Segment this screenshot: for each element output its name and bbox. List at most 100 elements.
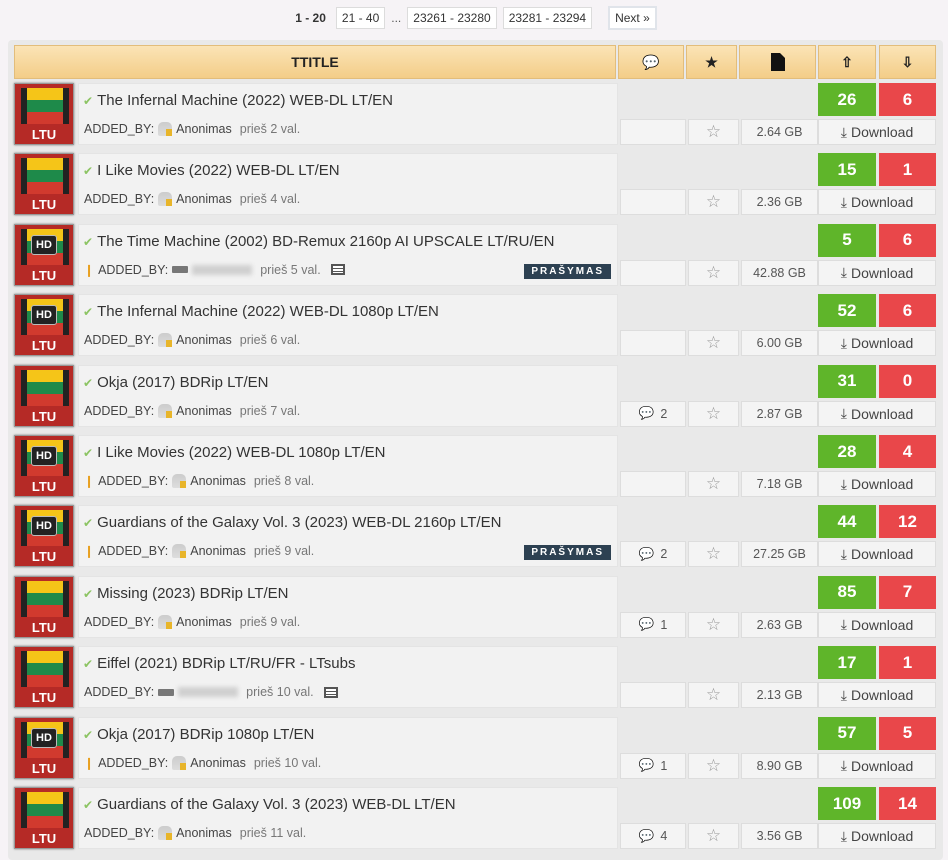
torrent-title-link[interactable]: ✔ Missing (2023) BDRip LT/EN (83, 585, 289, 602)
category-icon[interactable]: HD LTU (14, 435, 74, 497)
torrent-title-link[interactable]: ✔ The Infernal Machine (2022) WEB-DL LT/E… (83, 92, 393, 109)
torrent-title[interactable]: I Like Movies (2022) WEB-DL LT/EN (97, 162, 340, 179)
torrent-title-link[interactable]: ✔ The Infernal Machine (2022) WEB-DL 1080… (83, 303, 439, 320)
comments-count[interactable] (620, 471, 686, 497)
nfo-icon[interactable] (323, 686, 338, 698)
download-button[interactable]: ⤓ Download (818, 823, 936, 849)
cloud-upload-icon[interactable]: ⇧ (818, 45, 876, 79)
download-button[interactable]: ⤓ Download (818, 611, 936, 638)
uploader-name[interactable]: Anonimas (176, 192, 232, 206)
category-icon[interactable]: LTU (14, 83, 74, 145)
torrent-title[interactable]: The Infernal Machine (2022) WEB-DL LT/EN (97, 92, 393, 109)
torrent-meta: ❙ ADDED_BY: Anonimas prieš 9 val. (84, 544, 314, 559)
download-label: Download (850, 335, 914, 352)
category-icon[interactable]: HD LTU (14, 716, 74, 779)
favorite-star-icon[interactable]: ☆ (688, 471, 739, 497)
uploader-name[interactable]: Anonimas (176, 826, 232, 840)
comments-count[interactable] (620, 119, 686, 145)
favorite-star-icon[interactable]: ☆ (688, 400, 739, 427)
comments-count[interactable]: 💬 2 (620, 541, 686, 568)
category-icon[interactable]: LTU (14, 575, 74, 638)
torrent-title[interactable]: Eiffel (2021) BDRip LT/RU/FR - LTsubs (97, 655, 355, 672)
download-button[interactable]: ⤓ Download (818, 541, 936, 568)
torrent-title-link[interactable]: ✔ I Like Movies (2022) WEB-DL LT/EN (83, 162, 340, 179)
nfo-icon[interactable] (330, 264, 345, 276)
category-icon[interactable]: LTU (14, 364, 74, 427)
torrent-title-link[interactable]: ✔ Guardians of the Galaxy Vol. 3 (2023) W… (83, 514, 501, 531)
download-button[interactable]: ⤓ Download (818, 119, 936, 145)
category-icon[interactable]: LTU (14, 787, 74, 849)
comments-count[interactable]: 💬 1 (620, 752, 686, 779)
download-button[interactable]: ⤓ Download (818, 189, 936, 216)
uploader-name[interactable]: Anonimas (176, 615, 232, 629)
next-page-button[interactable]: Next » (608, 6, 657, 30)
download-button[interactable]: ⤓ Download (818, 752, 936, 779)
torrent-title[interactable]: The Infernal Machine (2022) WEB-DL 1080p… (97, 303, 439, 320)
favorite-star-icon[interactable]: ☆ (688, 611, 739, 638)
download-icon: ⤓ (840, 545, 847, 562)
torrent-title[interactable]: I Like Movies (2022) WEB-DL 1080p LT/EN (97, 444, 385, 461)
uploader-name[interactable]: Anonimas (190, 544, 246, 558)
category-icon[interactable]: HD LTU (14, 505, 74, 568)
page-link[interactable]: 21 - 40 (335, 7, 386, 29)
torrent-title[interactable]: Okja (2017) BDRip LT/EN (97, 374, 268, 391)
favorite-star-icon[interactable]: ☆ (688, 682, 739, 709)
comments-count[interactable]: 💬 4 (620, 823, 686, 849)
torrent-size: 2.63 GB (741, 611, 818, 638)
comments-count[interactable] (620, 682, 686, 709)
uploader-name[interactable]: Anonimas (176, 404, 232, 418)
favorite-star-icon[interactable]: ☆ (688, 259, 739, 286)
uploader-name[interactable]: Anonimas (190, 756, 246, 770)
category-icon[interactable]: HD LTU (14, 223, 74, 286)
uploader-name[interactable]: Anonimas (176, 333, 232, 347)
torrent-title-link[interactable]: ✔ Okja (2017) BDRip 1080p LT/EN (83, 726, 314, 743)
torrent-title[interactable]: Missing (2023) BDRip LT/EN (97, 585, 288, 602)
comments-count[interactable] (620, 189, 686, 216)
page-link[interactable]: 23261 - 23280 (407, 7, 497, 29)
torrent-title[interactable]: The Time Machine (2002) BD-Remux 2160p A… (97, 233, 554, 250)
comments-count[interactable] (620, 330, 686, 357)
download-button[interactable]: ⤓ Download (818, 330, 936, 357)
comments-count[interactable]: 💬 2 (620, 400, 686, 427)
torrent-title-link[interactable]: ✔ I Like Movies (2022) WEB-DL 1080p LT/EN (83, 444, 386, 461)
star-icon[interactable]: ★ (686, 45, 737, 79)
category-icon[interactable]: LTU (14, 646, 74, 709)
favorite-star-icon[interactable]: ☆ (688, 541, 739, 568)
download-icon: ⤓ (840, 193, 847, 210)
leechers-count: 4 (879, 435, 936, 468)
page-link[interactable]: 23281 - 23294 (502, 7, 593, 29)
torrent-title-link[interactable]: ✔ The Time Machine (2002) BD-Remux 2160p … (83, 233, 554, 250)
category-icon[interactable]: HD LTU (14, 294, 74, 357)
torrent-title[interactable]: Guardians of the Galaxy Vol. 3 (2023) WE… (97, 514, 501, 531)
comment-icon[interactable]: 💬 (618, 45, 684, 79)
uploader-name[interactable]: Anonimas (190, 474, 246, 488)
torrent-size: 3.56 GB (741, 823, 818, 849)
comments-count[interactable] (620, 259, 686, 286)
download-button[interactable]: ⤓ Download (818, 471, 936, 497)
download-button[interactable]: ⤓ Download (818, 259, 936, 286)
request-badge: PRAŠYMAS (524, 263, 611, 279)
torrent-title-link[interactable]: ✔ Guardians of the Galaxy Vol. 3 (2023) W… (83, 796, 456, 813)
favorite-star-icon[interactable]: ☆ (688, 752, 739, 779)
download-button[interactable]: ⤓ Download (818, 400, 936, 427)
header-title[interactable]: TTITLE (14, 45, 616, 79)
uploader-name[interactable]: Anonimas (176, 122, 232, 136)
favorite-star-icon[interactable]: ☆ (688, 119, 739, 145)
cloud-download-icon[interactable]: ⇩ (879, 45, 936, 79)
leechers-count: 6 (879, 223, 936, 257)
torrent-title-link[interactable]: ✔ Eiffel (2021) BDRip LT/RU/FR - LTsubs (83, 655, 355, 672)
table-row: LTU ✔ Eiffel (2021) BDRip LT/RU/FR - LTsu… (14, 646, 936, 712)
torrent-title[interactable]: Okja (2017) BDRip 1080p LT/EN (97, 726, 314, 743)
favorite-star-icon[interactable]: ☆ (688, 330, 739, 357)
torrent-title[interactable]: Guardians of the Galaxy Vol. 3 (2023) WE… (97, 796, 456, 813)
favorite-star-icon[interactable]: ☆ (688, 189, 739, 216)
uploader-name-blurred[interactable] (178, 687, 239, 698)
category-icon[interactable]: LTU (14, 153, 74, 216)
torrent-meta: ❙ ADDED_BY: prieš 5 val. (84, 263, 345, 277)
file-icon[interactable] (739, 45, 816, 79)
uploader-name-blurred[interactable] (192, 264, 253, 275)
favorite-star-icon[interactable]: ☆ (688, 823, 739, 849)
comments-count[interactable]: 💬 1 (620, 611, 686, 638)
download-button[interactable]: ⤓ Download (818, 682, 936, 709)
torrent-title-link[interactable]: ✔ Okja (2017) BDRip LT/EN (83, 374, 269, 391)
